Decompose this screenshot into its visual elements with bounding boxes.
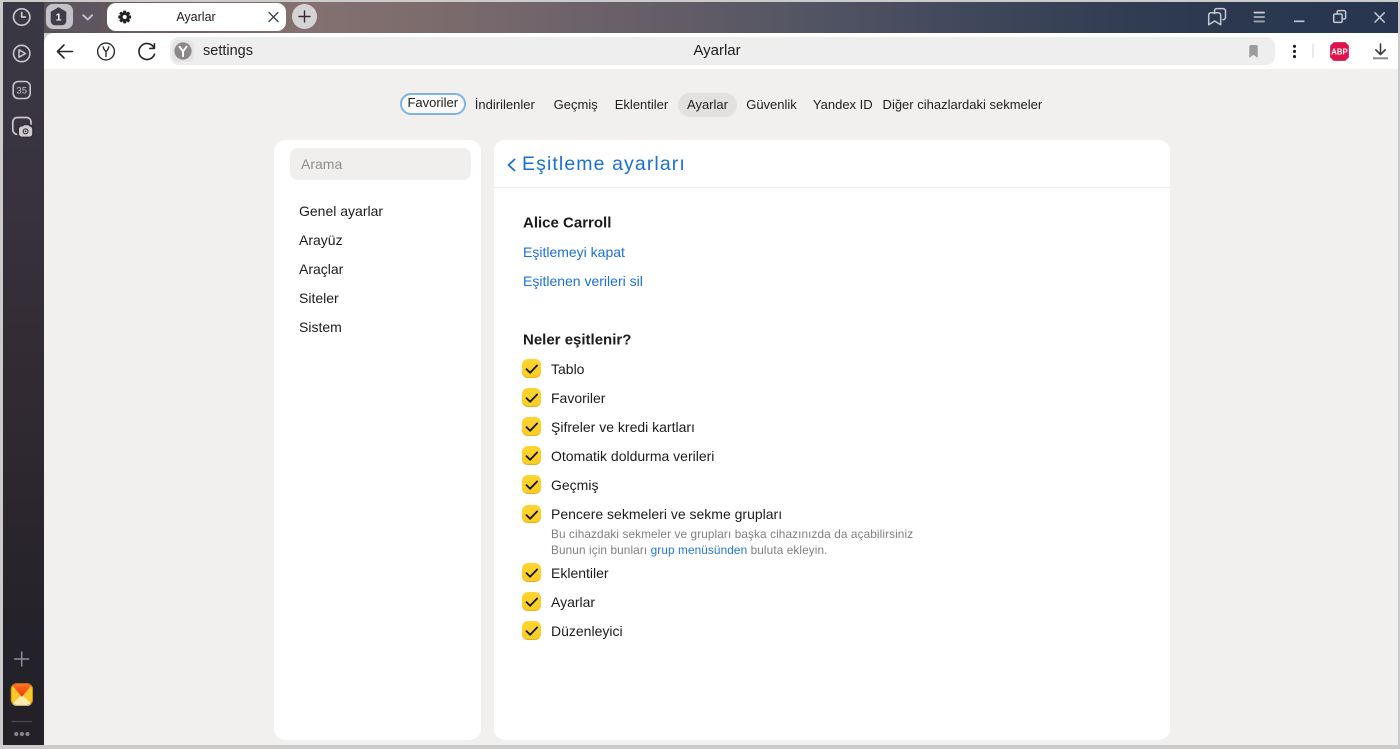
svg-text:1: 1 — [56, 11, 62, 23]
svg-text:ABP: ABP — [1331, 47, 1347, 56]
svg-text:35: 35 — [16, 86, 27, 97]
